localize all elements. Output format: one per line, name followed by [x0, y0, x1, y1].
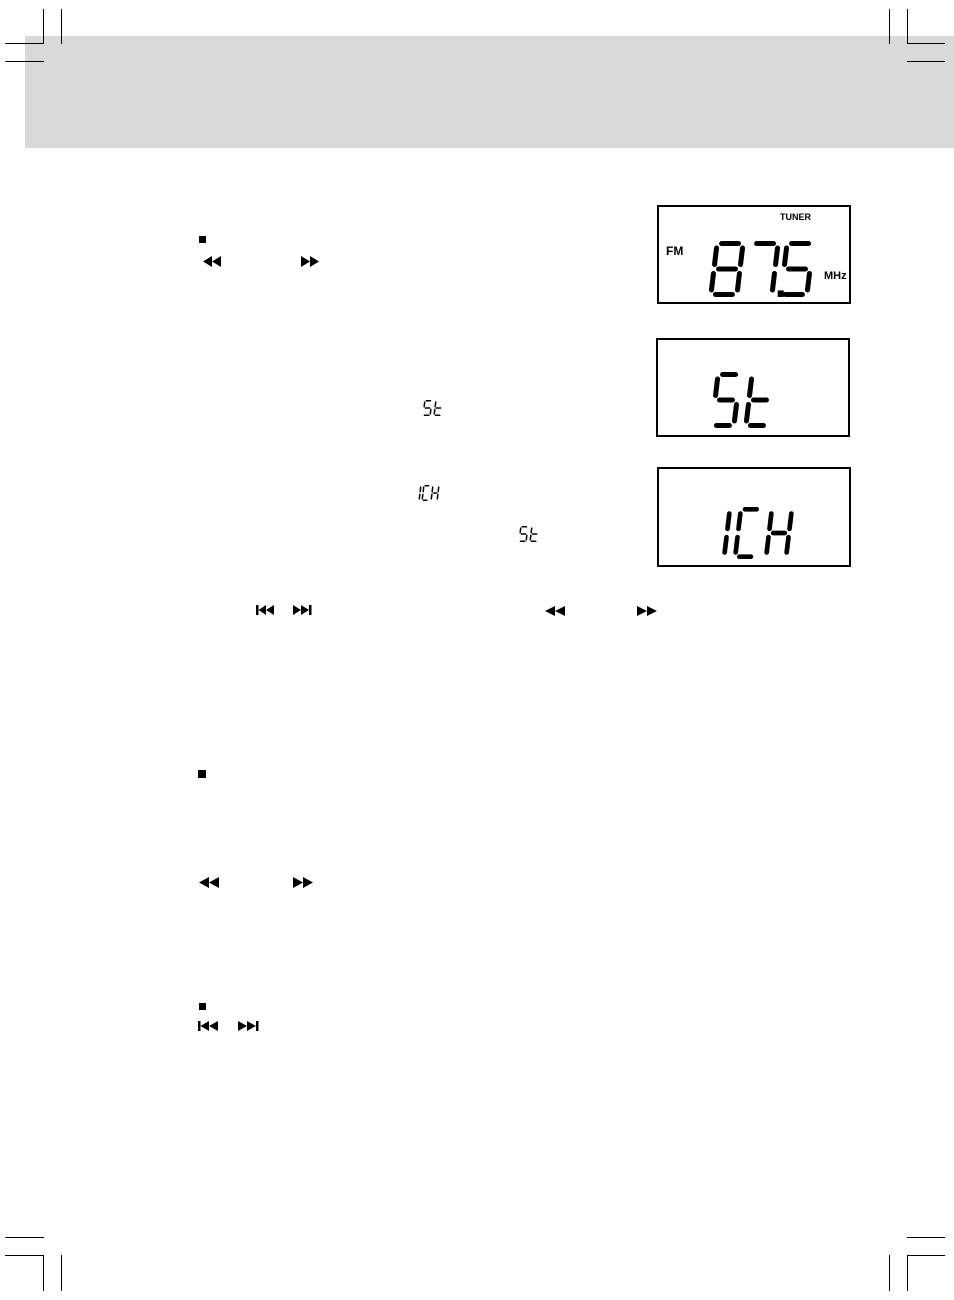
crop-mark	[61, 9, 62, 44]
lcd-segment	[738, 245, 746, 267]
crop-mark	[43, 9, 44, 44]
lcd-segment	[419, 486, 422, 493]
lcd-segment	[429, 408, 432, 415]
crop-mark	[5, 61, 44, 62]
lcd-segment	[519, 527, 522, 534]
decimal-point	[777, 290, 784, 297]
lcd-segment	[437, 486, 440, 493]
lcd-segment	[430, 493, 433, 500]
band-label: FM	[666, 244, 684, 258]
crop-mark	[907, 1255, 908, 1291]
crop-mark	[5, 1237, 44, 1238]
stereo-indicator	[519, 526, 538, 542]
crop-mark	[889, 9, 890, 44]
lcd-segment	[804, 271, 812, 293]
stereo-digits	[713, 371, 769, 428]
lcd-segment	[713, 376, 721, 398]
lcd-digit	[708, 240, 746, 297]
lcd-segment	[782, 245, 790, 267]
lcd-segment	[418, 493, 421, 500]
lcd-digit	[743, 376, 769, 428]
channel-indicator	[418, 485, 440, 501]
lcd-channel	[657, 467, 851, 567]
lcd-segment	[433, 408, 436, 415]
channel-digits	[722, 506, 794, 559]
lcd-segment	[708, 271, 716, 293]
fast-forward-icon	[301, 256, 319, 267]
lcd-tuner-frequency: TUNER FM MHz	[657, 205, 851, 304]
crop-mark	[907, 61, 945, 62]
lcd-segment	[787, 511, 794, 532]
lcd-segment	[431, 486, 434, 493]
lcd-segment	[734, 271, 742, 293]
lcd-segment	[722, 534, 729, 555]
lcd-segment	[530, 527, 533, 534]
crop-mark	[5, 1255, 44, 1256]
lcd-segment	[421, 493, 424, 500]
lcd-segment	[525, 534, 528, 541]
lcd-segment	[736, 511, 743, 532]
crop-mark	[889, 1255, 890, 1291]
lcd-digit	[722, 511, 732, 555]
lcd-segment	[733, 534, 740, 555]
rewind-icon	[199, 877, 219, 888]
lcd-segment	[743, 402, 751, 424]
lcd-segment	[422, 486, 425, 493]
stop-icon	[198, 770, 206, 778]
lcd-segment	[529, 534, 532, 541]
unit-label: MHz	[824, 270, 847, 282]
lcd-segment	[436, 493, 439, 500]
lcd-digit	[733, 506, 759, 559]
crop-mark	[907, 1237, 945, 1238]
lcd-digit	[430, 486, 440, 500]
frequency-digits	[708, 240, 812, 297]
lcd-segment	[747, 376, 755, 398]
skip-previous-icon	[198, 1021, 218, 1031]
lcd-segment	[731, 402, 739, 424]
skip-previous-icon	[256, 605, 274, 615]
lcd-digit	[764, 511, 794, 555]
lcd-digit	[433, 401, 442, 416]
lcd-stereo-mode	[656, 338, 850, 437]
lcd-segment	[784, 534, 791, 555]
lcd-digit	[754, 240, 781, 293]
header-band	[25, 36, 954, 148]
rewind-icon	[203, 256, 221, 267]
lcd-digit	[782, 240, 812, 297]
crop-mark	[5, 43, 44, 44]
skip-next-icon	[293, 605, 312, 615]
crop-mark	[907, 1255, 945, 1256]
lcd-segment	[767, 511, 774, 532]
lcd-segment	[773, 245, 781, 267]
lcd-segment	[434, 401, 437, 408]
lcd-digit	[423, 400, 432, 416]
lcd-segment	[725, 511, 732, 532]
crop-mark	[907, 43, 945, 44]
lcd-digit	[529, 527, 538, 542]
lcd-digit	[421, 485, 430, 501]
lcd-segment	[764, 534, 771, 555]
skip-next-icon	[238, 1021, 259, 1031]
crop-mark	[43, 1255, 44, 1291]
lcd-digit	[713, 371, 739, 428]
lcd-digit	[418, 486, 422, 500]
crop-mark	[61, 1255, 62, 1291]
stop-icon	[199, 236, 206, 243]
fast-forward-icon	[293, 877, 313, 888]
stereo-indicator	[423, 400, 442, 416]
crop-mark	[907, 9, 908, 44]
mode-label: TUNER	[780, 212, 811, 222]
lcd-digit	[519, 526, 528, 542]
fast-forward-icon	[637, 606, 657, 616]
rewind-icon	[545, 606, 565, 616]
lcd-segment	[423, 401, 426, 408]
stop-icon	[199, 1003, 206, 1010]
lcd-segment	[769, 271, 777, 293]
lcd-segment	[712, 245, 720, 267]
